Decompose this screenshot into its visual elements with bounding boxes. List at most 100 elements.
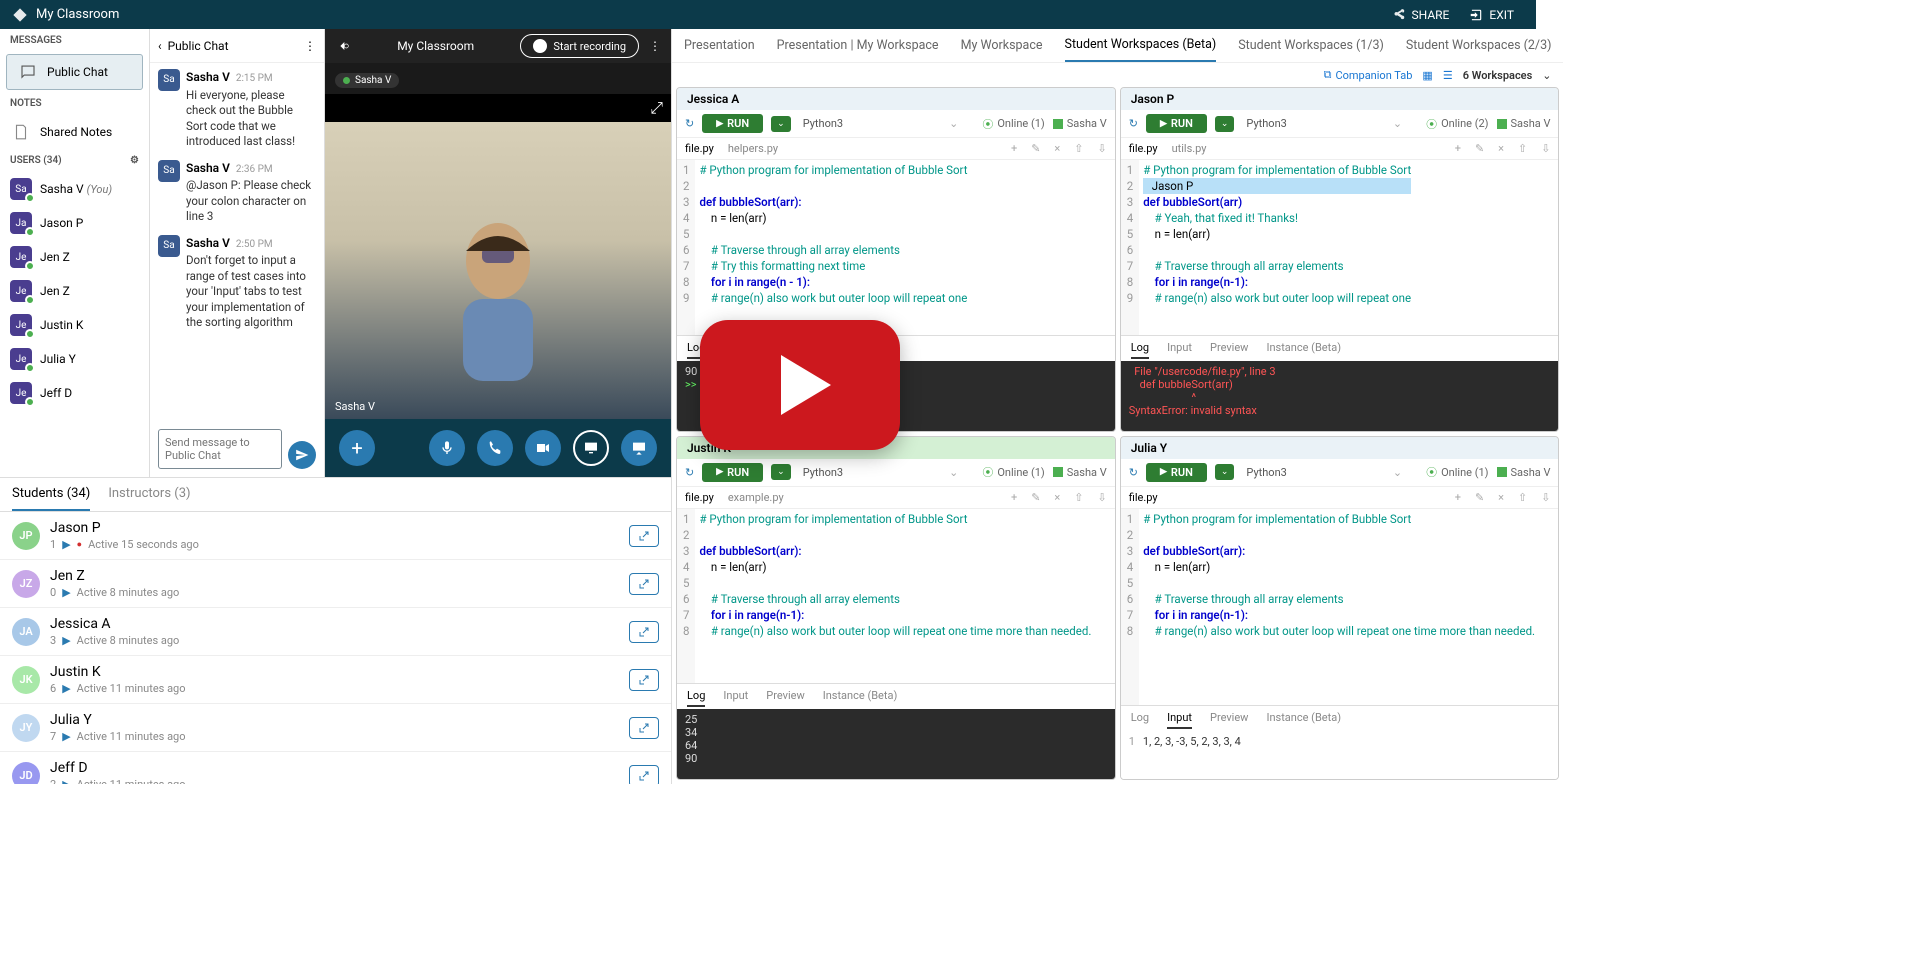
workspace-tab[interactable]: Student Workspaces (Beta): [1065, 29, 1217, 62]
language-select[interactable]: Python3 ⌄: [799, 117, 963, 130]
student-row[interactable]: JAJessica A3▶Active 8 minutes ago: [0, 608, 671, 656]
add-file-icon[interactable]: +: [1455, 142, 1461, 155]
file-tab[interactable]: example.py: [728, 489, 784, 506]
workspace-tab[interactable]: Student Workspaces (2/3): [1406, 30, 1552, 61]
close-icon[interactable]: ×: [1054, 142, 1060, 155]
code-editor[interactable]: 12345678# Python program for implementat…: [1121, 509, 1559, 706]
edit-icon[interactable]: ✎: [1475, 491, 1484, 504]
play-overlay-button[interactable]: [700, 320, 900, 450]
student-row[interactable]: JDJeff D2▶Active 11 minutes ago: [0, 752, 671, 784]
student-row[interactable]: JKJustin K6▶Active 11 minutes ago: [0, 656, 671, 704]
exit-button[interactable]: EXIT: [1459, 4, 1524, 26]
user-item[interactable]: JeJulia Y: [0, 342, 149, 376]
shared-notes-item[interactable]: Shared Notes: [0, 115, 149, 149]
close-icon[interactable]: ×: [1498, 142, 1504, 155]
run-button[interactable]: RUN: [702, 114, 763, 133]
share-button[interactable]: SHARE: [1382, 4, 1460, 26]
add-button[interactable]: +: [339, 430, 375, 466]
output-tab[interactable]: Preview: [1210, 338, 1248, 359]
student-row[interactable]: JYJulia Y7▶Active 11 minutes ago: [0, 704, 671, 752]
input-area[interactable]: 11, 2, 3, -3, 5, 2, 3, 3, 4: [1121, 731, 1559, 779]
chat-menu-icon[interactable]: ⋮: [304, 39, 316, 53]
file-tab[interactable]: utils.py: [1172, 140, 1207, 157]
user-item[interactable]: JaJason P: [0, 206, 149, 240]
open-workspace-button[interactable]: [629, 765, 659, 785]
output-tab[interactable]: Log: [1131, 338, 1149, 359]
user-item[interactable]: SaSasha V (You): [0, 172, 149, 206]
workspace-tab[interactable]: Presentation | My Workspace: [777, 30, 939, 61]
tab-students[interactable]: Students (34): [12, 486, 90, 511]
language-select[interactable]: Python3 ⌄: [1242, 466, 1406, 479]
output-tab[interactable]: Preview: [1210, 708, 1248, 729]
chat-input[interactable]: [158, 429, 282, 469]
output-tab[interactable]: Log: [1131, 708, 1149, 729]
edit-icon[interactable]: ✎: [1031, 142, 1040, 155]
reload-icon[interactable]: ↻: [685, 466, 694, 479]
workspace-count[interactable]: 6 Workspaces: [1463, 69, 1533, 82]
phone-button[interactable]: [477, 430, 513, 466]
download-icon[interactable]: ⇩: [1098, 142, 1107, 155]
file-tab[interactable]: helpers.py: [728, 140, 778, 157]
public-chat-item[interactable]: Public Chat: [6, 54, 143, 90]
file-tab[interactable]: file.py: [1129, 489, 1158, 506]
student-row[interactable]: JZJen Z0▶Active 8 minutes ago: [0, 560, 671, 608]
user-item[interactable]: JeJen Z: [0, 240, 149, 274]
upload-icon[interactable]: ⇧: [1518, 142, 1527, 155]
mic-button[interactable]: [429, 430, 465, 466]
video-menu-icon[interactable]: ⋮: [649, 39, 661, 53]
workspace-tab[interactable]: My Workspace: [961, 30, 1043, 61]
add-file-icon[interactable]: +: [1011, 491, 1017, 504]
user-item[interactable]: JeJen Z: [0, 274, 149, 308]
chevron-down-icon[interactable]: ⌄: [1542, 69, 1551, 82]
run-button[interactable]: RUN: [1146, 463, 1207, 482]
run-button[interactable]: RUN: [702, 463, 763, 482]
output-tab[interactable]: Instance (Beta): [1266, 338, 1341, 359]
upload-icon[interactable]: ⇧: [1074, 491, 1083, 504]
code-editor[interactable]: 123456789# Python program for implementa…: [1121, 160, 1559, 335]
output-tab[interactable]: Input: [723, 686, 748, 707]
code-editor[interactable]: 12345678# Python program for implementat…: [677, 509, 1115, 684]
workspace-tab[interactable]: Presentation: [684, 30, 755, 61]
run-dropdown[interactable]: ⌄: [1215, 464, 1235, 480]
upload-icon[interactable]: ⇧: [1518, 491, 1527, 504]
tab-instructors[interactable]: Instructors (3): [108, 486, 190, 511]
code-editor[interactable]: 123456789# Python program for implementa…: [677, 160, 1115, 335]
download-icon[interactable]: ⇩: [1541, 491, 1550, 504]
present-button[interactable]: [621, 430, 657, 466]
chat-back-icon[interactable]: ‹: [158, 39, 162, 53]
file-tab[interactable]: file.py: [685, 489, 714, 506]
file-tab[interactable]: file.py: [1129, 140, 1158, 157]
user-item[interactable]: JeJeff D: [0, 376, 149, 410]
add-file-icon[interactable]: +: [1011, 142, 1017, 155]
list-icon[interactable]: ☰: [1443, 69, 1453, 82]
run-dropdown[interactable]: ⌄: [771, 464, 791, 480]
add-file-icon[interactable]: +: [1455, 491, 1461, 504]
reload-icon[interactable]: ↻: [685, 117, 694, 130]
output-tab[interactable]: Instance (Beta): [823, 686, 898, 707]
output-tab[interactable]: Log: [687, 686, 705, 707]
users-toggle-icon[interactable]: [335, 38, 351, 54]
open-workspace-button[interactable]: [629, 717, 659, 739]
expand-icon[interactable]: ⤢: [650, 98, 663, 117]
camera-button[interactable]: [525, 430, 561, 466]
language-select[interactable]: Python3 ⌄: [1242, 117, 1406, 130]
close-icon[interactable]: ×: [1054, 491, 1060, 504]
output-tab[interactable]: Preview: [766, 686, 804, 707]
start-recording-button[interactable]: Start recording: [520, 34, 639, 58]
download-icon[interactable]: ⇩: [1541, 142, 1550, 155]
grid-icon[interactable]: ▦: [1422, 69, 1432, 82]
user-item[interactable]: JeJustin K: [0, 308, 149, 342]
edit-icon[interactable]: ✎: [1475, 142, 1484, 155]
run-dropdown[interactable]: ⌄: [1215, 116, 1235, 132]
file-tab[interactable]: file.py: [685, 140, 714, 157]
screen-share-button[interactable]: [573, 430, 609, 466]
upload-icon[interactable]: ⇧: [1074, 142, 1083, 155]
run-dropdown[interactable]: ⌄: [771, 116, 791, 132]
edit-icon[interactable]: ✎: [1031, 491, 1040, 504]
send-button[interactable]: [288, 441, 316, 469]
open-workspace-button[interactable]: [629, 669, 659, 691]
language-select[interactable]: Python3 ⌄: [799, 466, 963, 479]
open-workspace-button[interactable]: [629, 573, 659, 595]
output-tab[interactable]: Instance (Beta): [1266, 708, 1341, 729]
workspace-tab[interactable]: Student Workspaces (1/3): [1238, 30, 1384, 61]
